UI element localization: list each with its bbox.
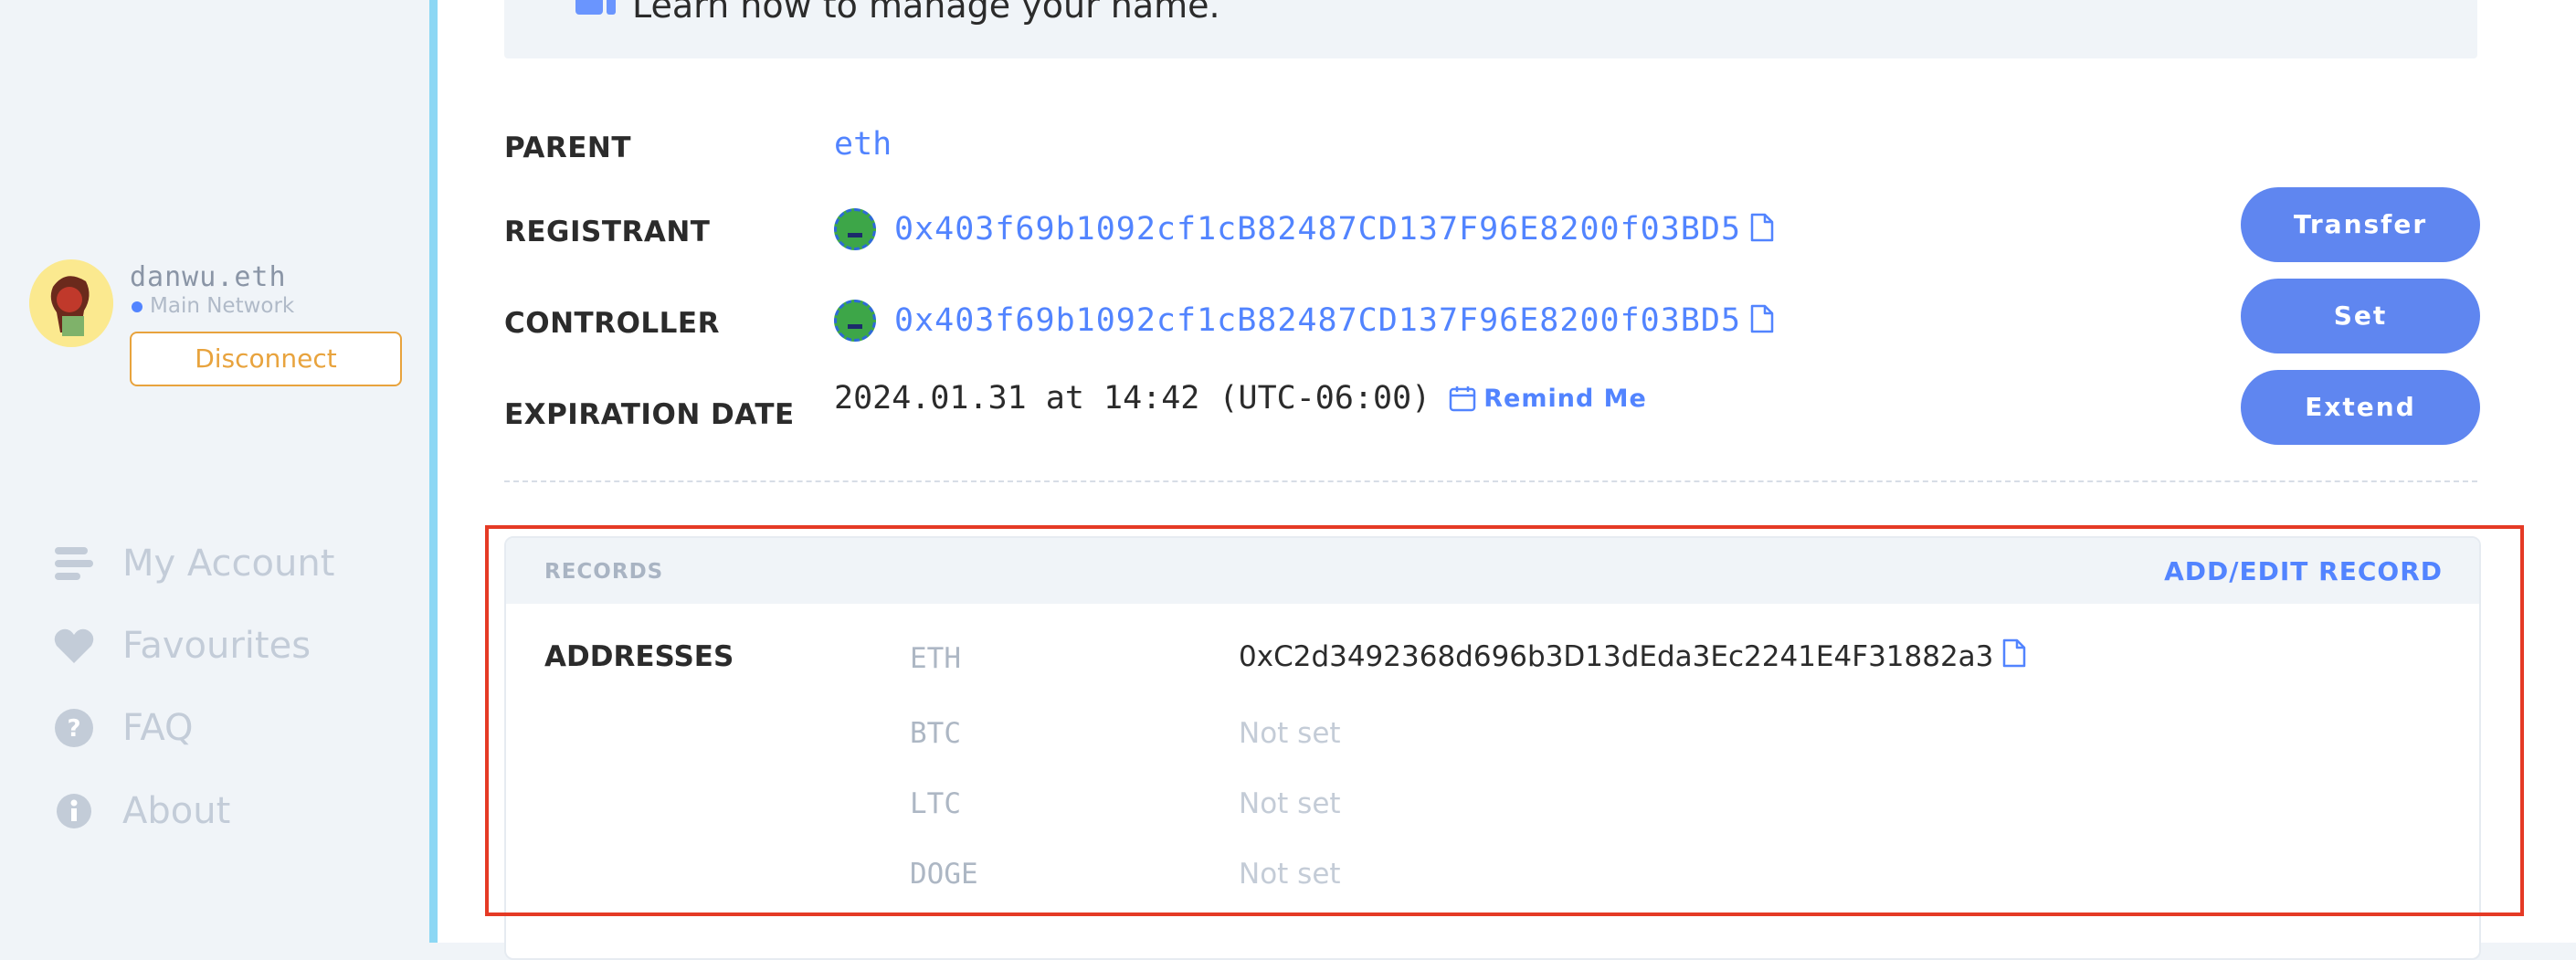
record-value-btc: Not set [1239,717,1341,750]
records-title: RECORDS [544,560,664,584]
learn-banner[interactable]: Learn how to manage your name. [504,0,2477,58]
records-card: RECORDS ADD/EDIT RECORD ADDRESSES ETH 0x… [504,536,2481,960]
eth-address[interactable]: 0xC2d3492368d696b3D13dEda3Ec2241E4F31882… [1239,640,1993,673]
calendar-icon [1449,386,1476,412]
copy-icon[interactable] [2002,638,2026,675]
nav-label-about: About [122,790,231,832]
book-icon-edge [607,0,616,15]
set-button[interactable]: Set [2241,279,2480,353]
addresses-label: ADDRESSES [544,640,734,673]
nav-item-faq[interactable]: ? FAQ [53,701,193,755]
sidebar: danwu.eth Main Network Disconnect My Acc… [0,0,429,943]
add-edit-record-button[interactable]: ADD/EDIT RECORD [2164,556,2443,586]
record-value-ltc: Not set [1239,787,1341,820]
nav-label-my-account: My Account [122,543,335,585]
extend-button[interactable]: Extend [2241,370,2480,445]
avatar [29,259,113,347]
nav-item-my-account[interactable]: My Account [53,536,334,591]
network-dot-icon [132,301,143,312]
registrant-row: 0x403f69b1092cf1cB82487CD137F96E8200f03B… [834,208,1774,250]
section-divider [504,480,2477,482]
list-icon [53,545,95,582]
user-name: danwu.eth [130,261,287,293]
question-icon: ? [53,708,95,748]
record-value-eth: 0xC2d3492368d696b3D13dEda3Ec2241E4F31882… [1239,638,2026,675]
network-status: Main Network [132,294,294,318]
remind-me-label: Remind Me [1483,384,1647,413]
registrant-avatar-icon [834,208,876,250]
info-icon [53,793,95,829]
nav-item-about[interactable]: About [53,784,230,839]
main-content: Learn how to manage your name. PARENT et… [438,0,2576,960]
book-icon [575,0,603,15]
expiration-row: 2024.01.31 at 14:42 (UTC-06:00) Remind M… [834,380,1647,417]
transfer-button[interactable]: Transfer [2241,187,2480,262]
expiration-label: EXPIRATION DATE [504,398,795,431]
svg-text:?: ? [67,715,80,743]
controller-label: CONTROLLER [504,307,720,340]
disconnect-button[interactable]: Disconnect [130,332,402,386]
controller-avatar-icon [834,300,876,342]
record-key-eth: ETH [910,642,961,675]
network-label: Main Network [150,294,295,318]
nav-item-favourites[interactable]: Favourites [53,618,311,673]
expiration-value: 2024.01.31 at 14:42 (UTC-06:00) [834,380,1431,417]
registrant-address[interactable]: 0x403f69b1092cf1cB82487CD137F96E8200f03B… [894,211,1741,248]
learn-banner-text[interactable]: Learn how to manage your name. [632,0,1220,26]
registrant-label: REGISTRANT [504,216,711,248]
nav-label-favourites: Favourites [122,625,311,667]
records-header: RECORDS ADD/EDIT RECORD [506,538,2479,604]
heart-icon [53,627,95,665]
controller-row: 0x403f69b1092cf1cB82487CD137F96E8200f03B… [834,300,1774,342]
record-key-ltc: LTC [910,787,961,820]
remind-me-button[interactable]: Remind Me [1449,385,1647,413]
record-key-doge: DOGE [910,858,978,891]
controller-address[interactable]: 0x403f69b1092cf1cB82487CD137F96E8200f03B… [894,302,1741,339]
copy-icon[interactable] [1750,304,1774,337]
sidebar-divider [429,0,438,943]
nav-label-faq: FAQ [122,707,194,749]
record-key-btc: BTC [910,717,961,750]
copy-icon[interactable] [1750,213,1774,246]
parent-value[interactable]: eth [834,126,892,163]
record-value-doge: Not set [1239,858,1341,891]
parent-label: PARENT [504,132,632,164]
